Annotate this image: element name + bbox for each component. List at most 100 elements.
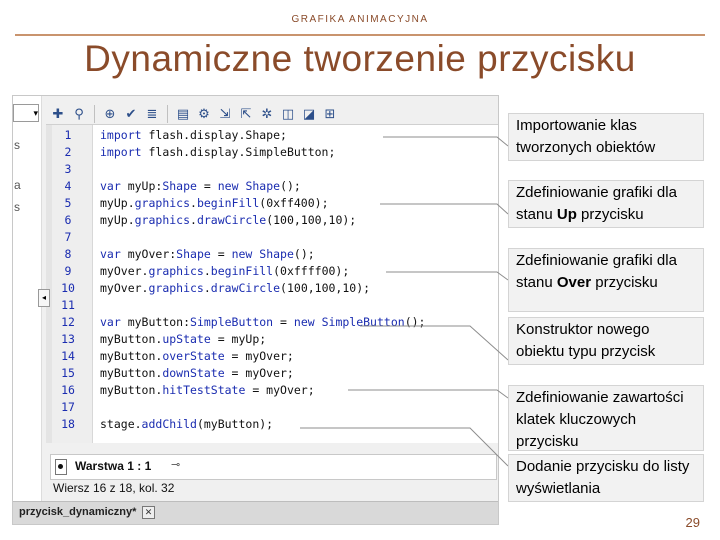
comment-icon[interactable]: ◫ bbox=[279, 105, 297, 123]
code-line[interactable]: 14 myButton.overState = myOver; bbox=[46, 348, 498, 365]
code-token: Shape bbox=[176, 247, 211, 261]
code-token: = bbox=[273, 315, 294, 329]
ide-left-panel: ▾ s a s bbox=[13, 96, 42, 524]
code-token: = myOver; bbox=[224, 349, 294, 363]
code-token: SimpleButton bbox=[321, 315, 405, 329]
code-editor[interactable]: 1 import flash.display.Shape; 2 import flas… bbox=[46, 124, 498, 443]
code-line[interactable]: 16 myButton.hitTestState = myOver; bbox=[46, 382, 498, 399]
code-token: . bbox=[203, 264, 211, 278]
code-token: var bbox=[100, 179, 128, 193]
expand-icon[interactable]: ⇱ bbox=[237, 105, 255, 123]
code-line[interactable]: 2 import flash.display.SimpleButton; bbox=[46, 144, 498, 161]
check-syntax-icon[interactable]: ✔ bbox=[122, 105, 140, 123]
code-line[interactable]: 13 myButton.upState = myUp; bbox=[46, 331, 498, 348]
line-number: 3 bbox=[64, 162, 72, 176]
code-text: myButton.downState = myOver; bbox=[100, 365, 294, 382]
code-token: Shape bbox=[162, 179, 197, 193]
add-icon[interactable]: ✚ bbox=[49, 105, 67, 123]
line-number: 4 bbox=[64, 179, 72, 193]
find-icon[interactable]: ⚲ bbox=[70, 105, 88, 123]
line-number: 16 bbox=[61, 383, 75, 397]
panel-collapse-button[interactable]: ◂ bbox=[38, 289, 50, 307]
uncomment-icon[interactable]: ◪ bbox=[300, 105, 318, 123]
code-token: myUp. bbox=[100, 213, 135, 227]
balance-braces-icon[interactable]: ✲ bbox=[258, 105, 276, 123]
code-line[interactable]: 10 myOver.graphics.drawCircle(100,100,10)… bbox=[46, 280, 498, 297]
code-token: (); bbox=[293, 247, 315, 261]
debug-icon[interactable]: ⚙ bbox=[195, 105, 213, 123]
code-token: flash.display.Shape; bbox=[148, 128, 287, 142]
code-token: graphics bbox=[134, 196, 191, 210]
code-line[interactable]: 4 var myUp:Shape = new Shape(); bbox=[46, 178, 498, 195]
code-line[interactable]: 8 var myOver:Shape = new Shape(); bbox=[46, 246, 498, 263]
code-token: myButton: bbox=[127, 315, 191, 329]
layer-tab[interactable]: Warstwa 1 : 1 bbox=[69, 455, 157, 477]
target-icon[interactable]: ⊕ bbox=[101, 105, 119, 123]
code-token: drawCircle bbox=[196, 213, 267, 227]
code-line[interactable]: 7 bbox=[46, 229, 498, 246]
format-icon[interactable]: ≣ bbox=[143, 105, 161, 123]
code-token: var bbox=[100, 247, 128, 261]
code-line[interactable]: 15 myButton.downState = myOver; bbox=[46, 365, 498, 382]
code-token: flash.display.SimpleButton; bbox=[148, 145, 336, 159]
code-token: upState bbox=[162, 332, 211, 346]
code-token: myOver. bbox=[100, 264, 149, 278]
panel-dropdown[interactable]: ▾ bbox=[13, 104, 39, 122]
code-text: stage.addChild(myButton); bbox=[100, 416, 273, 433]
code-token: new bbox=[217, 179, 246, 193]
code-line[interactable]: 11 bbox=[46, 297, 498, 314]
page-number: 29 bbox=[685, 515, 700, 530]
ide-screenshot: ▾ s a s ✚ ⚲ ⊕ ✔ ≣ ▤ ⚙ ⇲ ⇱ ✲ ◫ ◪ ⊞ 1 impor… bbox=[12, 95, 499, 525]
code-line[interactable]: 5 myUp.graphics.beginFill(0xff400); bbox=[46, 195, 498, 212]
code-text: myButton.upState = myUp; bbox=[100, 331, 266, 348]
line-number: 15 bbox=[61, 366, 75, 380]
code-line[interactable]: 9 myOver.graphics.beginFill(0xffff00); bbox=[46, 263, 498, 280]
line-number: 14 bbox=[61, 349, 75, 363]
code-token: myUp: bbox=[127, 179, 163, 193]
snippets-icon[interactable]: ▤ bbox=[174, 105, 192, 123]
close-icon[interactable]: ✕ bbox=[142, 506, 155, 519]
code-token: graphics bbox=[148, 264, 204, 278]
line-number: 12 bbox=[61, 315, 75, 329]
line-number: 7 bbox=[64, 230, 72, 244]
annotation-box: Zdefiniowanie grafiki dla stanu Over prz… bbox=[508, 248, 704, 312]
code-token: (100,100,10); bbox=[266, 213, 357, 227]
line-number: 9 bbox=[64, 264, 72, 278]
code-line[interactable]: 17 bbox=[46, 399, 498, 416]
line-number: 6 bbox=[64, 213, 72, 227]
code-text: import flash.display.SimpleButton; bbox=[100, 144, 335, 161]
code-token: myButton. bbox=[100, 349, 163, 363]
code-token: . bbox=[190, 196, 197, 210]
code-token: (0xff400); bbox=[259, 196, 329, 210]
annotation-text: Dodanie przycisku do listy wyświetlania bbox=[516, 458, 690, 497]
code-text: myOver.graphics.drawCircle(100,100,10); bbox=[100, 280, 370, 297]
code-line[interactable]: 3 bbox=[46, 161, 498, 178]
toolbar-separator bbox=[94, 105, 95, 123]
code-line[interactable]: 18 stage.addChild(myButton); bbox=[46, 416, 498, 433]
help-icon[interactable]: ⊞ bbox=[321, 105, 339, 123]
code-token: Shape bbox=[259, 247, 294, 261]
code-text: myButton.overState = myOver; bbox=[100, 348, 294, 365]
code-token: beginFill bbox=[196, 196, 260, 210]
annotation-text: Importowanie klas tworzonych obiektów bbox=[516, 117, 656, 156]
code-token: . bbox=[203, 281, 211, 295]
code-line[interactable]: 6 myUp.graphics.drawCircle(100,100,10); bbox=[46, 212, 498, 229]
code-text: myOver.graphics.beginFill(0xffff00); bbox=[100, 263, 349, 280]
code-token: (); bbox=[280, 179, 301, 193]
line-number: 1 bbox=[64, 128, 72, 142]
line-number: 11 bbox=[61, 298, 75, 312]
code-line[interactable]: 12 var myButton:SimpleButton = new Simple… bbox=[46, 314, 498, 331]
line-number: 17 bbox=[61, 400, 75, 414]
code-token: addChild bbox=[141, 417, 197, 431]
collapse-icon[interactable]: ⇲ bbox=[216, 105, 234, 123]
code-line[interactable]: 1 import flash.display.Shape; bbox=[46, 127, 498, 144]
pin-icon[interactable]: ⊸ bbox=[171, 458, 180, 471]
code-token: import bbox=[100, 145, 149, 159]
document-tab[interactable]: przycisk_dynamiczny* bbox=[19, 506, 136, 518]
annotation-box: Dodanie przycisku do listy wyświetlania bbox=[508, 454, 704, 502]
code-token: = myUp; bbox=[210, 332, 267, 346]
code-token: . bbox=[190, 213, 197, 227]
line-number: 2 bbox=[64, 145, 72, 159]
panel-text-fragment: a bbox=[14, 178, 21, 192]
code-token: (); bbox=[404, 315, 426, 329]
